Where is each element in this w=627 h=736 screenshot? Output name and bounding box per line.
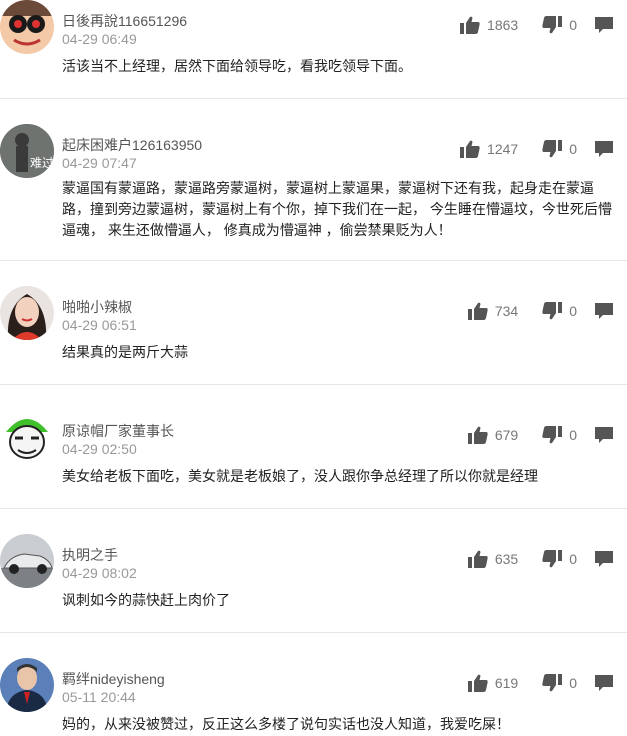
like-button[interactable]: 1247 bbox=[460, 140, 518, 158]
comment-actions: 1247 0 bbox=[460, 138, 613, 160]
like-button[interactable]: 1863 bbox=[460, 16, 518, 34]
like-button[interactable]: 734 bbox=[467, 302, 519, 320]
comment-text: 美女给老板下面吃，美女就是老板娘了，没人跟你争总经理了所以你就是经理 bbox=[62, 468, 538, 484]
avatar[interactable] bbox=[0, 410, 54, 464]
divider bbox=[0, 508, 627, 509]
dislike-count: 0 bbox=[569, 141, 577, 157]
dislike-button[interactable]: 0 bbox=[542, 674, 577, 692]
comment-icon bbox=[595, 426, 613, 443]
comment-icon bbox=[595, 550, 613, 567]
username[interactable]: 羁绊nideyisheng bbox=[62, 669, 165, 689]
comment-actions: 1863 0 bbox=[460, 14, 613, 36]
thumbs-down-icon bbox=[542, 140, 563, 158]
thumbs-up-icon bbox=[467, 674, 488, 692]
timestamp: 04-29 06:51 bbox=[62, 317, 137, 333]
divider bbox=[0, 632, 627, 633]
timestamp: 04-29 07:47 bbox=[62, 155, 137, 171]
timestamp: 05-11 20:44 bbox=[62, 689, 136, 705]
reply-button[interactable] bbox=[595, 302, 613, 320]
reply-button[interactable] bbox=[595, 426, 613, 444]
thumbs-up-icon bbox=[467, 550, 488, 568]
avatar[interactable]: 难过 bbox=[0, 124, 54, 178]
dislike-button[interactable]: 0 bbox=[542, 140, 577, 158]
reply-button[interactable] bbox=[595, 674, 613, 692]
comment-text: 结果真的是两斤大蒜 bbox=[62, 344, 188, 360]
timestamp: 04-29 02:50 bbox=[62, 441, 137, 457]
thumbs-down-icon bbox=[542, 426, 563, 444]
reply-button[interactable] bbox=[595, 550, 613, 568]
comment-text: 讽刺如今的蒜快赶上肉价了 bbox=[62, 592, 230, 608]
dislike-count: 0 bbox=[569, 551, 577, 567]
divider bbox=[0, 384, 627, 385]
thumbs-down-icon bbox=[542, 16, 563, 34]
dislike-button[interactable]: 0 bbox=[542, 16, 577, 34]
thumbs-up-icon bbox=[467, 426, 488, 444]
comment-actions: 619 0 bbox=[467, 672, 613, 694]
like-count: 1863 bbox=[487, 17, 519, 33]
like-count: 619 bbox=[494, 675, 519, 691]
comment-actions: 635 0 bbox=[467, 548, 613, 570]
avatar[interactable] bbox=[0, 286, 54, 340]
username[interactable]: 执明之手 bbox=[62, 545, 118, 565]
like-button[interactable]: 619 bbox=[467, 674, 519, 692]
like-count: 1247 bbox=[487, 141, 519, 157]
timestamp: 04-29 08:02 bbox=[62, 565, 137, 581]
avatar[interactable] bbox=[0, 658, 54, 712]
thumbs-down-icon bbox=[542, 674, 563, 692]
avatar-caption: 难过 bbox=[30, 156, 54, 170]
comment-text: 妈的，从来没被赞过，反正这么多楼了说句实话也没人知道，我爱吃屎！ bbox=[62, 716, 510, 732]
dislike-button[interactable]: 0 bbox=[542, 550, 577, 568]
divider bbox=[0, 260, 627, 261]
comment-list: 日後再說116651296 04-29 06:49 1863 0 活该当不上经理… bbox=[0, 0, 627, 736]
dislike-button[interactable]: 0 bbox=[542, 426, 577, 444]
like-count: 635 bbox=[494, 551, 519, 567]
dislike-count: 0 bbox=[569, 427, 577, 443]
username[interactable]: 啪啪小辣椒 bbox=[62, 297, 132, 317]
like-count: 679 bbox=[494, 427, 519, 443]
timestamp: 04-29 06:49 bbox=[62, 31, 137, 47]
comment-icon bbox=[595, 674, 613, 691]
like-button[interactable]: 679 bbox=[467, 426, 519, 444]
avatar[interactable] bbox=[0, 534, 54, 588]
divider bbox=[0, 98, 627, 99]
dislike-count: 0 bbox=[569, 303, 577, 319]
comment-actions: 734 0 bbox=[467, 300, 613, 322]
thumbs-up-icon bbox=[460, 140, 480, 158]
comment-text: 活该当不上经理，居然下面给领导吃，看我吃领导下面。 bbox=[62, 58, 412, 74]
dislike-button[interactable]: 0 bbox=[542, 302, 577, 320]
comment-actions: 679 0 bbox=[467, 424, 613, 446]
dislike-count: 0 bbox=[569, 17, 577, 33]
like-button[interactable]: 635 bbox=[467, 550, 519, 568]
username[interactable]: 日後再說116651296 bbox=[62, 11, 187, 31]
comment-icon bbox=[595, 302, 613, 319]
username[interactable]: 起床困难户126163950 bbox=[62, 135, 202, 155]
comment-icon bbox=[595, 140, 613, 157]
reply-button[interactable] bbox=[595, 140, 613, 158]
comment-icon bbox=[595, 16, 613, 33]
thumbs-down-icon bbox=[542, 302, 563, 320]
comment-text: 蒙逼国有蒙逼路，蒙逼路旁蒙逼树，蒙逼树上蒙逼果，蒙逼树下还有我，起身走在蒙逼路，… bbox=[62, 180, 612, 238]
reply-button[interactable] bbox=[595, 16, 613, 34]
username[interactable]: 原谅帽厂家董事长 bbox=[62, 421, 174, 441]
thumbs-up-icon bbox=[460, 16, 480, 34]
thumbs-down-icon bbox=[542, 550, 563, 568]
dislike-count: 0 bbox=[569, 675, 577, 691]
avatar[interactable] bbox=[0, 0, 54, 54]
thumbs-up-icon bbox=[467, 302, 488, 320]
like-count: 734 bbox=[494, 303, 519, 319]
